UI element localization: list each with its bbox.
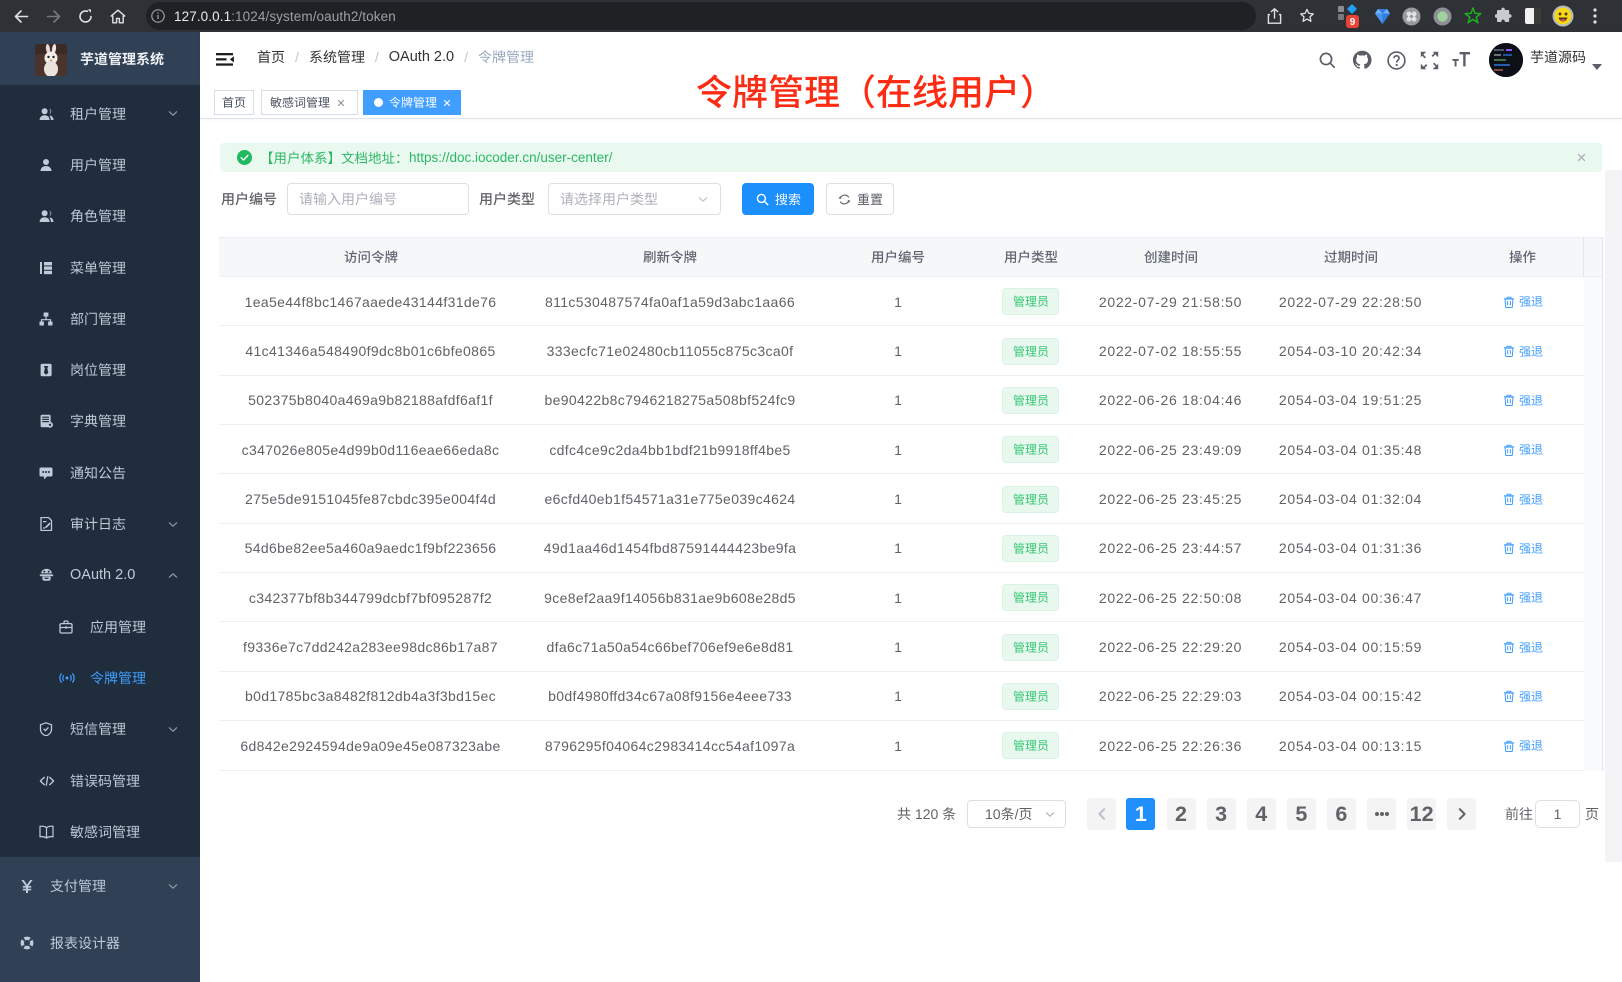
svg-text:9: 9: [1350, 17, 1356, 28]
